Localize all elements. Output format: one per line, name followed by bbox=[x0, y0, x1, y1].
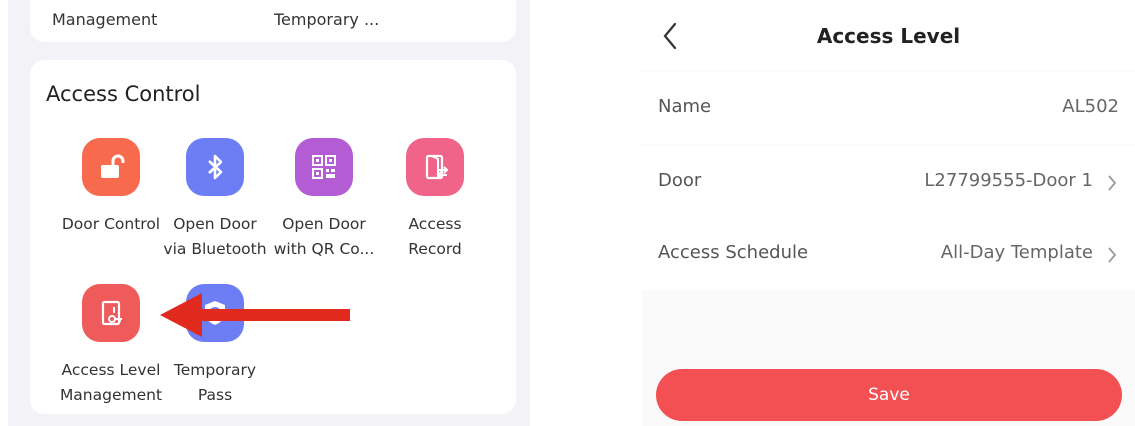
page-title: Access Level bbox=[816, 24, 961, 48]
tile-label-2: Management bbox=[59, 386, 163, 404]
access-schedule-row[interactable]: Access Schedule All-Day Template bbox=[642, 218, 1135, 290]
qr-code-icon bbox=[295, 138, 353, 196]
annotation-arrow bbox=[160, 293, 350, 337]
access-level-screen: Access Level Name AL502 Door L27799555-D… bbox=[642, 0, 1135, 426]
unlock-icon bbox=[82, 138, 140, 196]
temporary-label[interactable]: Temporary ... bbox=[274, 10, 379, 29]
tile-label: Temporary bbox=[173, 361, 257, 379]
tile-label-2: Record bbox=[408, 240, 462, 258]
access-level-management-tile[interactable]: Access Level Management bbox=[56, 284, 166, 408]
tile-label: Access Level bbox=[61, 361, 161, 379]
access-level-icon bbox=[82, 284, 140, 342]
tile-label-2: with QR Co... bbox=[273, 240, 375, 258]
access-control-card: Access Control Door Control Open Door vi… bbox=[30, 60, 516, 414]
door-row[interactable]: Door L27799555-Door 1 bbox=[642, 146, 1135, 218]
row-value[interactable]: AL502 bbox=[1062, 96, 1119, 117]
access-record-tile[interactable]: Access Record bbox=[380, 138, 490, 262]
management-label[interactable]: Management bbox=[52, 10, 157, 29]
app-home-panel: Management Temporary ... Access Control … bbox=[8, 0, 530, 426]
access-control-title: Access Control bbox=[46, 82, 201, 106]
chevron-right-icon bbox=[1108, 247, 1117, 263]
access-record-icon bbox=[406, 138, 464, 196]
save-button[interactable]: Save bbox=[656, 369, 1122, 421]
row-label: Name bbox=[658, 96, 712, 117]
top-card: Management Temporary ... bbox=[30, 0, 516, 42]
tile-label: Open Door bbox=[282, 215, 366, 233]
row-label: Door bbox=[658, 170, 702, 191]
row-value: L27799555-Door 1 bbox=[924, 170, 1093, 191]
open-door-bluetooth-tile[interactable]: Open Door via Bluetooth bbox=[160, 138, 270, 262]
bluetooth-icon bbox=[186, 138, 244, 196]
tile-label: Door Control bbox=[61, 215, 161, 233]
nav-bar: Access Level bbox=[642, 0, 1135, 70]
tile-label-2: Pass bbox=[197, 386, 233, 404]
tile-label: Access bbox=[408, 215, 462, 233]
chevron-right-icon bbox=[1108, 175, 1117, 191]
row-label: Access Schedule bbox=[658, 242, 809, 263]
tile-label-2: via Bluetooth bbox=[163, 240, 267, 258]
tile-label: Open Door bbox=[173, 215, 257, 233]
door-control-tile[interactable]: Door Control bbox=[56, 138, 166, 237]
open-door-qr-tile[interactable]: Open Door with QR Co... bbox=[269, 138, 379, 262]
name-row[interactable]: Name AL502 bbox=[642, 72, 1135, 144]
row-value: All-Day Template bbox=[940, 242, 1093, 263]
